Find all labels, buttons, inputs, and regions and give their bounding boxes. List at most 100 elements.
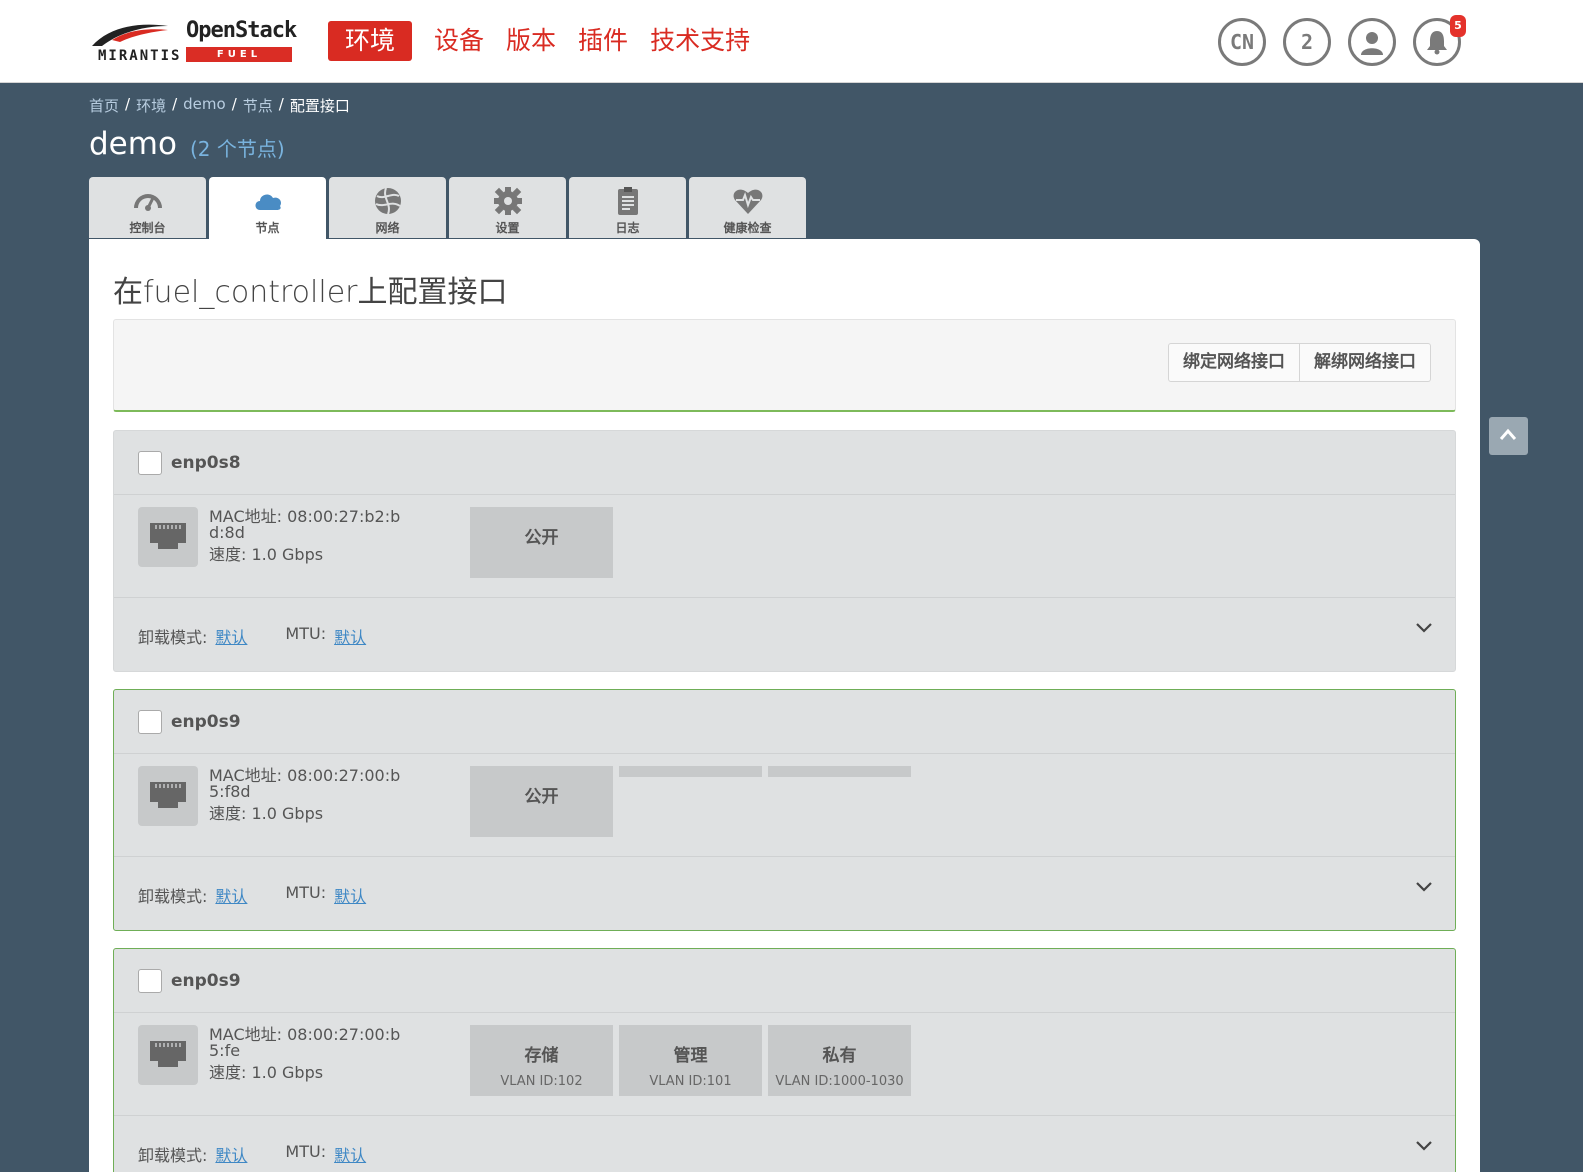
gear-icon	[494, 187, 522, 215]
interface-footer: 卸载模式: 默认 MTU: 默认	[114, 597, 1455, 647]
network-block[interactable]: 公开	[470, 507, 613, 578]
interface-card: enp0s9 MAC地址: 08:00:27:00:b5:f8d 速度: 1.0…	[113, 689, 1456, 931]
tab-label: 节点	[255, 221, 280, 235]
breadcrumb-home[interactable]: 首页	[89, 95, 119, 116]
cloud-icon	[255, 194, 282, 210]
interface-info: MAC地址: 08:00:27:00:b5:f8d 速度: 1.0 Gbps	[209, 768, 409, 822]
interface-info: MAC地址: 08:00:27:00:b5:fe 速度: 1.0 Gbps	[209, 1027, 409, 1081]
tab-nodes[interactable]: 节点	[209, 177, 326, 240]
mtu-label: MTU:	[285, 624, 327, 643]
mtu-link[interactable]: 默认	[334, 883, 366, 907]
offload-label: 卸载模式:	[138, 628, 208, 647]
header-actions: CN 2 5	[1218, 15, 1466, 66]
offload-mode-link[interactable]: 默认	[215, 1142, 247, 1166]
node-count-label: (2 个节点)	[190, 137, 285, 161]
mirantis-swoosh-icon	[92, 24, 168, 46]
interface-checkbox[interactable]	[138, 451, 162, 475]
offload-label: 卸载模式:	[138, 887, 208, 906]
panel-title: 在fuel_controller上配置接口	[113, 275, 508, 310]
network-block[interactable]: 管理 VLAN ID:101	[619, 1025, 762, 1096]
interface-name: enp0s8	[171, 453, 241, 473]
interface-footer: 卸载模式: 默认 MTU: 默认	[114, 856, 1455, 906]
tab-network[interactable]: 网络	[329, 177, 446, 238]
node-count-button[interactable]: 2	[1283, 18, 1331, 66]
interface-name: enp0s9	[171, 971, 241, 991]
heartbeat-icon	[733, 189, 763, 214]
chevron-down-icon[interactable]	[1415, 622, 1433, 634]
tab-label: 健康检查	[723, 221, 772, 235]
ethernet-port-icon	[138, 766, 198, 826]
breadcrumb-env[interactable]: demo	[183, 95, 226, 116]
nav-releases[interactable]: 版本	[506, 21, 556, 61]
scroll-to-top-button[interactable]	[1489, 417, 1528, 455]
mac-address: MAC地址: 08:00:27:00:b5:fe	[209, 1025, 401, 1060]
interface-header: enp0s8	[114, 431, 1455, 495]
tab-health-check[interactable]: 健康检查	[689, 177, 806, 238]
breadcrumb-current: 配置接口	[289, 97, 350, 115]
interface-checkbox[interactable]	[138, 969, 162, 993]
nav-environments[interactable]: 环境	[328, 21, 413, 61]
mtu-link[interactable]: 默认	[334, 1142, 366, 1166]
user-button[interactable]	[1348, 18, 1396, 66]
offload-label: 卸载模式:	[138, 1146, 208, 1165]
network-block[interactable]: 公开	[470, 766, 613, 837]
assigned-networks: 存储 VLAN ID:102 管理 VLAN ID:101 私有 VLAN ID…	[470, 1025, 911, 1096]
assigned-networks: 公开	[470, 507, 613, 578]
breadcrumb: 首页 / 环境 / demo / 节点 / 配置接口	[89, 95, 350, 116]
network-icon	[375, 187, 401, 215]
logo-brand: MIRANTIS	[98, 48, 182, 64]
interface-checkbox[interactable]	[138, 710, 162, 734]
language-button[interactable]: CN	[1218, 18, 1266, 66]
main-nav: 环境 设备 版本 插件 技术支持	[328, 21, 750, 61]
network-vlan: VLAN ID:1000-1030	[775, 1074, 904, 1089]
network-name: 公开	[524, 528, 559, 548]
network-vlan: VLAN ID:102	[500, 1074, 583, 1089]
interfaces-panel: 在fuel_controller上配置接口 绑定网络接口 解绑网络接口 enp0…	[89, 239, 1480, 1172]
network-block[interactable]: 私有 VLAN ID:1000-1030	[768, 1025, 911, 1096]
offload-mode-link[interactable]: 默认	[215, 883, 247, 907]
user-icon	[1361, 32, 1383, 55]
interface-speed: 速度: 1.0 Gbps	[209, 1063, 324, 1082]
tab-settings[interactable]: 设置	[449, 177, 566, 238]
nav-plugins[interactable]: 插件	[578, 21, 628, 61]
network-name: 私有	[822, 1046, 857, 1066]
dashboard-icon	[134, 194, 162, 211]
breadcrumb-nodes[interactable]: 节点	[243, 95, 273, 116]
network-name: 公开	[524, 787, 559, 807]
ethernet-port-icon	[138, 507, 198, 567]
interface-speed: 速度: 1.0 Gbps	[209, 804, 324, 823]
unbond-interfaces-button[interactable]: 解绑网络接口	[1300, 343, 1431, 382]
mtu-link[interactable]: 默认	[334, 624, 366, 648]
chevron-down-icon[interactable]	[1415, 1140, 1433, 1152]
interface-card: enp0s8 MAC地址: 08:00:27:b2:bd:8d 速度: 1.0 …	[113, 430, 1456, 672]
tab-label: 网络	[375, 221, 400, 235]
logo-sub: FUEL	[186, 47, 292, 62]
bond-button-group: 绑定网络接口 解绑网络接口	[1168, 343, 1431, 382]
nav-equipment[interactable]: 设备	[434, 21, 484, 61]
breadcrumb-environments[interactable]: 环境	[136, 95, 166, 116]
page-title: demo	[89, 126, 177, 162]
notification-badge: 5	[1450, 15, 1466, 37]
assigned-networks: 公开	[470, 766, 911, 837]
top-navbar: MIRANTIS OpenStack FUEL 环境 设备 版本 插件 技术支持…	[0, 0, 1583, 83]
interfaces-toolbar: 绑定网络接口 解绑网络接口	[113, 319, 1456, 412]
tab-dashboard[interactable]: 控制台	[89, 177, 206, 238]
offload-mode-link[interactable]: 默认	[215, 624, 247, 648]
tab-label: 控制台	[129, 221, 166, 235]
mtu-label: MTU:	[285, 1142, 327, 1161]
interface-header: enp0s9	[114, 690, 1455, 754]
ethernet-port-icon	[138, 1025, 198, 1085]
bond-interfaces-button[interactable]: 绑定网络接口	[1168, 343, 1300, 382]
tab-logs[interactable]: 日志	[569, 177, 686, 238]
chevron-down-icon[interactable]	[1415, 881, 1433, 893]
mac-address: MAC地址: 08:00:27:00:b5:f8d	[209, 766, 401, 801]
nav-support[interactable]: 技术支持	[650, 21, 750, 61]
clipboard-icon	[618, 187, 638, 215]
fuel-logo[interactable]: MIRANTIS OpenStack FUEL	[90, 18, 300, 66]
notifications-button[interactable]: 5	[1413, 15, 1466, 66]
interface-card: enp0s9 MAC地址: 08:00:27:00:b5:fe 速度: 1.0 …	[113, 948, 1456, 1172]
network-block[interactable]: 存储 VLAN ID:102	[470, 1025, 613, 1096]
mtu-label: MTU:	[285, 883, 327, 902]
tab-label: 设置	[495, 221, 520, 235]
interface-footer: 卸载模式: 默认 MTU: 默认	[114, 1115, 1455, 1165]
